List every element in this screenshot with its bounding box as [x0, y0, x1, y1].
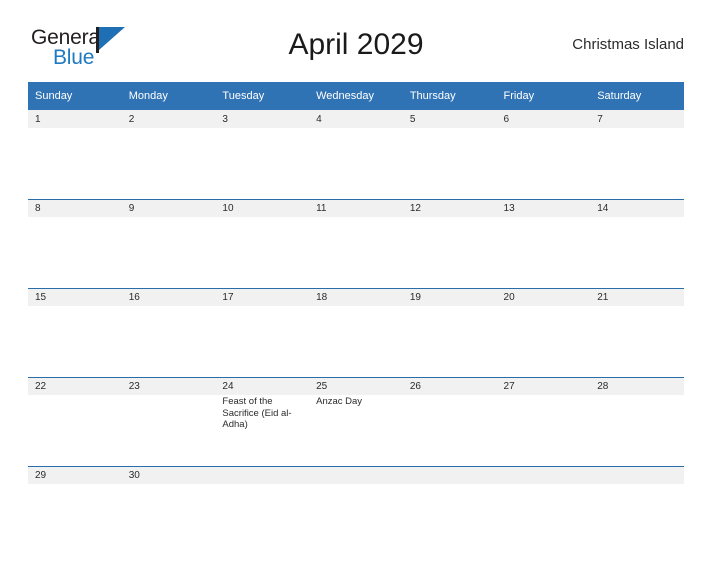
date-number-cell[interactable]	[215, 466, 310, 484]
event-cell[interactable]: Anzac Day	[309, 395, 403, 467]
date-number-cell[interactable]: 15	[28, 288, 122, 306]
date-number-cell[interactable]	[402, 466, 497, 484]
weekday-header-saturday: Saturday	[590, 82, 684, 111]
date-number-cell[interactable]	[496, 466, 591, 484]
date-number-cell[interactable]: 10	[215, 199, 310, 217]
week-event-row	[28, 306, 684, 378]
event-cell[interactable]	[590, 217, 684, 289]
date-number-cell[interactable]: 14	[590, 199, 684, 217]
date-number-cell[interactable]: 20	[496, 288, 591, 306]
event-cell[interactable]	[215, 306, 310, 378]
date-number-cell[interactable]: 22	[28, 377, 122, 395]
weekday-header-friday: Friday	[496, 82, 591, 111]
weekday-header-monday: Monday	[121, 82, 216, 111]
weekday-header-wednesday: Wednesday	[309, 82, 403, 111]
date-number-cell[interactable]: 13	[496, 199, 591, 217]
event-cell[interactable]	[215, 217, 310, 289]
event-cell[interactable]	[121, 217, 216, 289]
week-event-row	[28, 484, 684, 495]
week-date-row: 1 2 3 4 5 6 7	[28, 110, 684, 128]
weekday-header-sunday: Sunday	[28, 82, 122, 111]
date-number-cell[interactable]: 26	[402, 377, 497, 395]
event-text: Feast of the Sacrifice (Eid al-Adha)	[222, 396, 292, 430]
date-number-cell[interactable]: 30	[121, 466, 216, 484]
event-cell[interactable]	[590, 128, 684, 200]
event-cell[interactable]	[496, 484, 591, 495]
event-cell[interactable]	[590, 395, 684, 467]
event-cell[interactable]	[309, 217, 403, 289]
week-date-row: 8 9 10 11 12 13 14	[28, 199, 684, 217]
event-text: Anzac Day	[316, 396, 363, 407]
event-cell[interactable]	[309, 306, 403, 378]
week-date-row: 29 30	[28, 466, 684, 484]
date-number-cell[interactable]: 1	[28, 110, 122, 128]
date-number-cell[interactable]: 28	[590, 377, 684, 395]
date-number-cell[interactable]: 7	[590, 110, 684, 128]
page-header: General Blue April 2029 Christmas Island	[28, 22, 684, 74]
date-number-cell[interactable]: 3	[215, 110, 310, 128]
event-cell[interactable]	[28, 306, 122, 378]
event-cell[interactable]	[402, 395, 497, 467]
date-number-cell[interactable]: 21	[590, 288, 684, 306]
event-cell[interactable]: Feast of the Sacrifice (Eid al-Adha)	[215, 395, 310, 467]
event-cell[interactable]	[121, 395, 216, 467]
date-number-cell[interactable]: 11	[309, 199, 403, 217]
event-cell[interactable]	[28, 128, 122, 200]
event-cell[interactable]	[496, 395, 591, 467]
event-cell[interactable]	[215, 484, 310, 495]
event-cell[interactable]	[402, 128, 497, 200]
event-cell[interactable]	[28, 395, 122, 467]
event-cell[interactable]	[309, 128, 403, 200]
date-number-cell[interactable]: 23	[121, 377, 216, 395]
date-number-cell[interactable]: 6	[496, 110, 591, 128]
event-cell[interactable]	[402, 484, 497, 495]
region-label: Christmas Island	[572, 36, 684, 53]
week-event-row	[28, 128, 684, 200]
date-number-cell[interactable]: 5	[402, 110, 497, 128]
date-number-cell[interactable]	[590, 466, 684, 484]
calendar-body: 1 2 3 4 5 6 7 8 9 10 11 12 13 14 15 16 1…	[28, 110, 684, 495]
date-number-cell[interactable]: 16	[121, 288, 216, 306]
weekday-header-thursday: Thursday	[402, 82, 497, 111]
month-calendar-grid: Sunday Monday Tuesday Wednesday Thursday…	[28, 82, 684, 495]
date-number-cell[interactable]	[309, 466, 403, 484]
event-cell[interactable]	[402, 306, 497, 378]
week-date-row: 22 23 24 25 26 27 28	[28, 377, 684, 395]
event-cell[interactable]	[402, 217, 497, 289]
date-number-cell[interactable]: 8	[28, 199, 122, 217]
date-number-cell[interactable]: 4	[309, 110, 403, 128]
event-cell[interactable]	[121, 306, 216, 378]
event-cell[interactable]	[496, 128, 591, 200]
event-cell[interactable]	[121, 128, 216, 200]
event-cell[interactable]	[28, 484, 122, 495]
event-cell[interactable]	[309, 484, 403, 495]
weekday-header-tuesday: Tuesday	[215, 82, 310, 111]
date-number-cell[interactable]: 18	[309, 288, 403, 306]
event-cell[interactable]	[121, 484, 216, 495]
date-number-cell[interactable]: 19	[402, 288, 497, 306]
calendar-page: General Blue April 2029 Christmas Island…	[0, 22, 712, 572]
week-event-row	[28, 217, 684, 289]
event-cell[interactable]	[590, 306, 684, 378]
week-event-row: Feast of the Sacrifice (Eid al-Adha) Anz…	[28, 395, 684, 467]
event-cell[interactable]	[215, 128, 310, 200]
date-number-cell[interactable]: 25	[309, 377, 403, 395]
week-date-row: 15 16 17 18 19 20 21	[28, 288, 684, 306]
date-number-cell[interactable]: 24	[215, 377, 310, 395]
event-cell[interactable]	[28, 217, 122, 289]
event-cell[interactable]	[496, 306, 591, 378]
calendar-header-row-group: Sunday Monday Tuesday Wednesday Thursday…	[28, 82, 684, 111]
weekday-header-row: Sunday Monday Tuesday Wednesday Thursday…	[28, 82, 684, 111]
date-number-cell[interactable]: 29	[28, 466, 122, 484]
date-number-cell[interactable]: 2	[121, 110, 216, 128]
event-cell[interactable]	[590, 484, 684, 495]
date-number-cell[interactable]: 17	[215, 288, 310, 306]
date-number-cell[interactable]: 12	[402, 199, 497, 217]
date-number-cell[interactable]: 9	[121, 199, 216, 217]
date-number-cell[interactable]: 27	[496, 377, 591, 395]
event-cell[interactable]	[496, 217, 591, 289]
